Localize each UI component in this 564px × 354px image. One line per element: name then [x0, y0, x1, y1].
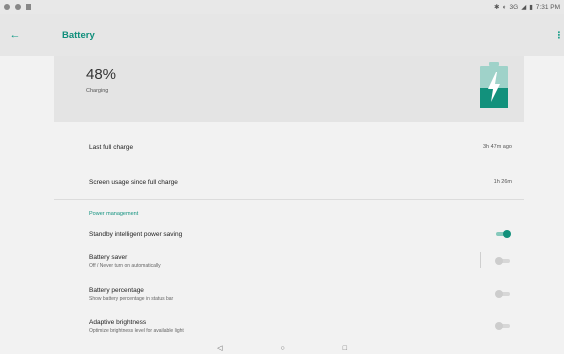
- pref-text: Adaptive brightness Optimize brightness …: [89, 319, 184, 334]
- notification-icon: [15, 4, 21, 10]
- pref-subtitle: Off / Never turn on automatically: [89, 262, 161, 269]
- pref-adaptive-brightness[interactable]: Adaptive brightness Optimize brightness …: [54, 315, 524, 337]
- pref-title: Battery saver: [89, 253, 128, 261]
- notification-icon: [26, 4, 31, 10]
- battery-settings-list: Last full charge 3h 47m ago Screen usage…: [54, 122, 524, 342]
- last-full-charge-row[interactable]: Last full charge 3h 47m ago: [54, 136, 524, 158]
- pref-subtitle: Optimize brightness level for available …: [89, 327, 184, 334]
- battery-summary: 48% Charging: [54, 56, 524, 122]
- pref-title: Standby intelligent power saving: [89, 230, 183, 238]
- app-bar: ← Battery ⋮: [0, 14, 564, 56]
- notification-icons: [4, 4, 31, 10]
- screen-usage-row[interactable]: Screen usage since full charge 1h 26m: [54, 171, 524, 193]
- page-title: Battery: [62, 29, 95, 41]
- battery-icon: ▮: [529, 4, 533, 11]
- more-vert-icon: ⋮: [554, 29, 564, 40]
- stat-value: 3h 47m ago: [482, 144, 512, 150]
- pref-battery-saver[interactable]: Battery saver Off / Never turn on automa…: [54, 250, 524, 272]
- toggle-thumb: [495, 290, 503, 298]
- overflow-menu-button[interactable]: ⋮: [554, 14, 564, 56]
- pref-title: Adaptive brightness: [89, 318, 147, 326]
- divider: [54, 199, 524, 200]
- battery-level-text: 48%: [86, 66, 117, 83]
- charging-status: Charging: [86, 88, 109, 94]
- pref-text: Battery saver Off / Never turn on automa…: [89, 254, 161, 269]
- system-nav-bar: ◁ ○ □: [0, 342, 564, 354]
- back-button[interactable]: ←: [0, 14, 30, 56]
- network-type: 3G: [509, 3, 519, 11]
- clock: 7:31 PM: [535, 3, 560, 11]
- battery-charging-icon: [480, 62, 508, 108]
- data-saver-icon: ◐: [502, 3, 507, 11]
- bluetooth-icon: ✱: [494, 4, 500, 11]
- status-icons: ✱ ◐ 3G ◢ ▮ 7:31 PM: [494, 3, 560, 12]
- circle-home-icon[interactable]: ○: [280, 345, 284, 352]
- triangle-back-icon[interactable]: ◁: [217, 344, 222, 352]
- signal-icon: ◢: [521, 4, 527, 11]
- stat-value: 1h 26m: [493, 179, 512, 185]
- square-recents-icon[interactable]: □: [343, 345, 347, 352]
- arrow-left-icon: ←: [9, 29, 21, 41]
- standby-power-saving-toggle[interactable]: [495, 230, 511, 238]
- battery-saver-toggle[interactable]: [495, 257, 511, 265]
- pref-battery-percentage[interactable]: Battery percentage Show battery percenta…: [54, 283, 524, 305]
- battery-percentage-toggle[interactable]: [495, 290, 511, 298]
- toggle-thumb: [503, 230, 511, 238]
- adaptive-brightness-toggle[interactable]: [495, 322, 511, 330]
- pref-text: Battery percentage Show battery percenta…: [89, 287, 173, 302]
- notification-icon: [4, 4, 10, 10]
- status-bar: ✱ ◐ 3G ◢ ▮ 7:31 PM: [0, 0, 564, 14]
- section-header-power-management: Power management: [89, 211, 139, 217]
- stat-label: Screen usage since full charge: [89, 178, 178, 186]
- pref-standby-power-saving[interactable]: Standby intelligent power saving: [54, 225, 524, 243]
- toggle-thumb: [495, 322, 503, 330]
- pref-subtitle: Show battery percentage in status bar: [89, 295, 174, 302]
- stat-label: Last full charge: [89, 143, 134, 151]
- toggle-thumb: [495, 257, 503, 265]
- pref-text: Standby intelligent power saving: [89, 231, 182, 238]
- pref-title: Battery percentage: [89, 286, 144, 294]
